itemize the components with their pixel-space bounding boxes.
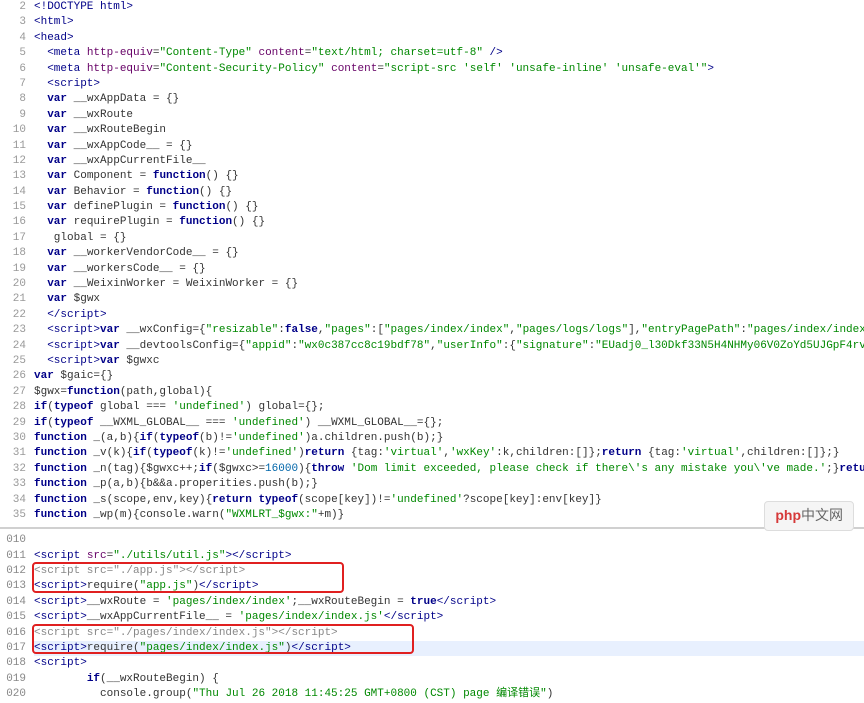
line-number: 018: [0, 656, 26, 671]
code-line[interactable]: var __wxAppCode__ = {}: [34, 139, 864, 154]
code-line[interactable]: var __workersCode__ = {}: [34, 262, 864, 277]
line-number: 19: [0, 262, 26, 277]
code-line[interactable]: if(__wxRouteBegin) {: [34, 672, 864, 687]
line-number: 013: [0, 579, 26, 594]
line-number: 25: [0, 354, 26, 369]
code-line[interactable]: function _s(scope,env,key){return typeof…: [34, 493, 864, 508]
badge-suffix: 中文网: [801, 507, 843, 523]
code-line[interactable]: <head>: [34, 31, 864, 46]
code-line[interactable]: if(typeof global === 'undefined') global…: [34, 400, 864, 415]
line-number: 9: [0, 108, 26, 123]
code-line[interactable]: <script>__wxAppCurrentFile__ = 'pages/in…: [34, 610, 864, 625]
code-line[interactable]: var __workerVendorCode__ = {}: [34, 246, 864, 261]
badge-prefix: php: [775, 507, 801, 523]
code-line[interactable]: <!DOCTYPE html>: [34, 0, 864, 15]
line-number: 010: [0, 533, 26, 548]
code-line[interactable]: var __wxRouteBegin: [34, 123, 864, 138]
line-number: 6: [0, 62, 26, 77]
line-number: 16: [0, 215, 26, 230]
code-line[interactable]: var __wxRoute: [34, 108, 864, 123]
code-line[interactable]: if(typeof __WXML_GLOBAL__ === 'undefined…: [34, 416, 864, 431]
line-number: 14: [0, 185, 26, 200]
code-line[interactable]: <script>var __wxConfig={"resizable":fals…: [34, 323, 864, 338]
code-line[interactable]: var Component = function() {}: [34, 169, 864, 184]
code-line[interactable]: function _v(k){if(typeof(k)!='undefined'…: [34, 446, 864, 461]
line-number: 34: [0, 493, 26, 508]
code-line[interactable]: <script src="./app.js"></script>: [34, 564, 864, 579]
line-number: 019: [0, 672, 26, 687]
line-number: 31: [0, 446, 26, 461]
code-editor-pane-2[interactable]: 010011012013014015016017018019020 <scrip…: [0, 533, 864, 702]
code-line[interactable]: var __WeixinWorker = WeixinWorker = {}: [34, 277, 864, 292]
line-number: 26: [0, 369, 26, 384]
code-line[interactable]: [34, 533, 864, 548]
line-number: 3: [0, 15, 26, 30]
code-line[interactable]: var __wxAppCurrentFile__: [34, 154, 864, 169]
line-number: 10: [0, 123, 26, 138]
code-line[interactable]: var $gwx: [34, 292, 864, 307]
line-number: 23: [0, 323, 26, 338]
code-line[interactable]: </script>: [34, 308, 864, 323]
line-number: 4: [0, 31, 26, 46]
line-number: 014: [0, 595, 26, 610]
line-number: 13: [0, 169, 26, 184]
code-area[interactable]: <script src="./utils/util.js"></script><…: [34, 533, 864, 702]
code-line[interactable]: var $gaic={}: [34, 369, 864, 384]
pane-separator: [0, 527, 864, 529]
code-line[interactable]: <script>require("pages/index/index.js")<…: [34, 641, 864, 656]
line-number: 15: [0, 200, 26, 215]
line-number: 7: [0, 77, 26, 92]
line-number: 8: [0, 92, 26, 107]
code-line[interactable]: <meta http-equiv="Content-Security-Polic…: [34, 62, 864, 77]
code-line[interactable]: <script>require("app.js")</script>: [34, 579, 864, 594]
line-number: 21: [0, 292, 26, 307]
line-number: 32: [0, 462, 26, 477]
code-line[interactable]: function _p(a,b){b&&a.properities.push(b…: [34, 477, 864, 492]
code-line[interactable]: <html>: [34, 15, 864, 30]
line-number: 18: [0, 246, 26, 261]
code-line[interactable]: function _wp(m){console.warn("WXMLRT_$gw…: [34, 508, 864, 523]
code-line[interactable]: <script>: [34, 77, 864, 92]
line-number: 28: [0, 400, 26, 415]
code-line[interactable]: var definePlugin = function() {}: [34, 200, 864, 215]
code-line[interactable]: <script>: [34, 656, 864, 671]
line-number: 17: [0, 231, 26, 246]
code-line[interactable]: <script>var __devtoolsConfig={"appid":"w…: [34, 339, 864, 354]
code-line[interactable]: function _(a,b){if(typeof(b)!='undefined…: [34, 431, 864, 446]
line-number: 22: [0, 308, 26, 323]
line-number: 27: [0, 385, 26, 400]
line-number: 2: [0, 0, 26, 15]
code-line[interactable]: global = {}: [34, 231, 864, 246]
code-line[interactable]: <meta http-equiv="Content-Type" content=…: [34, 46, 864, 61]
line-number: 29: [0, 416, 26, 431]
code-line[interactable]: function _n(tag){$gwxc++;if($gwxc>=16000…: [34, 462, 864, 477]
line-number: 33: [0, 477, 26, 492]
line-number: 020: [0, 687, 26, 702]
line-number: 35: [0, 508, 26, 523]
line-number: 016: [0, 626, 26, 641]
code-line[interactable]: var Behavior = function() {}: [34, 185, 864, 200]
line-number: 12: [0, 154, 26, 169]
code-area[interactable]: <!DOCTYPE html><html><head> <meta http-e…: [34, 0, 864, 523]
code-line[interactable]: <script>__wxRoute = 'pages/index/index';…: [34, 595, 864, 610]
code-line[interactable]: <script src="./pages/index/index.js"></s…: [34, 626, 864, 641]
line-number: 11: [0, 139, 26, 154]
line-number: 015: [0, 610, 26, 625]
code-line[interactable]: console.group("Thu Jul 26 2018 11:45:25 …: [34, 687, 864, 702]
line-number: 20: [0, 277, 26, 292]
code-editor-pane-1[interactable]: 2345678910111213141516171819202122232425…: [0, 0, 864, 523]
line-gutter: 010011012013014015016017018019020: [0, 533, 34, 702]
line-number: 5: [0, 46, 26, 61]
line-number: 012: [0, 564, 26, 579]
line-number: 017: [0, 641, 26, 656]
line-number: 30: [0, 431, 26, 446]
code-line[interactable]: <script>var $gwxc: [34, 354, 864, 369]
code-line[interactable]: var __wxAppData = {}: [34, 92, 864, 107]
line-number: 24: [0, 339, 26, 354]
watermark-badge: php中文网: [764, 501, 854, 531]
code-line[interactable]: $gwx=function(path,global){: [34, 385, 864, 400]
code-line[interactable]: var requirePlugin = function() {}: [34, 215, 864, 230]
line-gutter: 2345678910111213141516171819202122232425…: [0, 0, 34, 523]
